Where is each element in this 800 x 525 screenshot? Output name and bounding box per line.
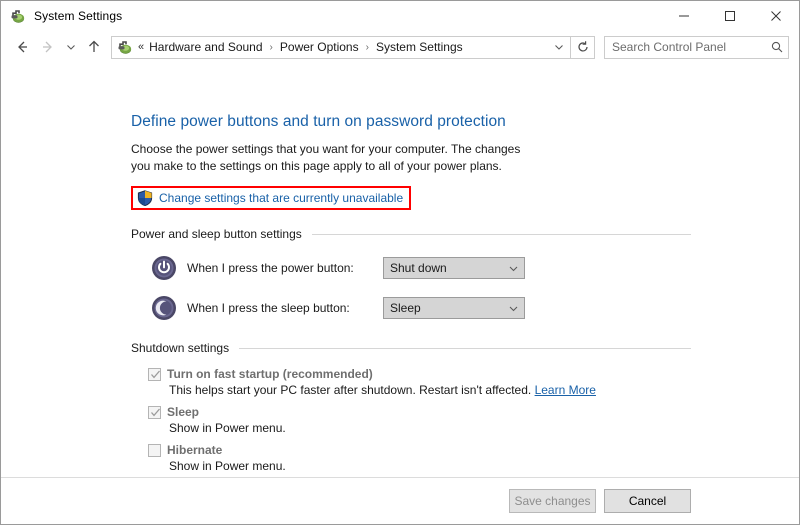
search-input[interactable] (605, 39, 766, 55)
breadcrumb-separator-icon[interactable]: › (264, 42, 279, 53)
change-settings-highlight[interactable]: Change settings that are currently unava… (131, 186, 412, 210)
fast-startup-label: Turn on fast startup (recommended) (167, 367, 373, 381)
sleep-button-dropdown-value: Sleep (390, 301, 421, 315)
fast-startup-description-text: This helps start your PC faster after sh… (169, 383, 532, 397)
breadcrumb-item-power-options[interactable]: Power Options (279, 40, 360, 54)
power-button-dropdown[interactable]: Shut down (383, 257, 525, 279)
recent-locations-chevron-down-icon[interactable] (61, 34, 81, 60)
window-controls (661, 1, 799, 31)
sleep-button-setting-row: When I press the sleep button: Sleep (131, 295, 691, 321)
hibernate-row[interactable]: Hibernate (148, 443, 691, 457)
content-area: Define power buttons and turn on passwor… (1, 63, 799, 477)
settings-pane: Define power buttons and turn on passwor… (131, 113, 691, 477)
window-title: System Settings (34, 9, 123, 23)
sleep-label: Sleep (167, 405, 200, 419)
hibernate-description: Show in Power menu. (169, 459, 286, 473)
shutdown-options-list: Turn on fast startup (recommended) This … (131, 367, 691, 477)
save-changes-button[interactable]: Save changes (509, 489, 596, 513)
power-button-setting-row: When I press the power button: Shut down (131, 255, 691, 281)
power-button-label: When I press the power button: (187, 261, 354, 275)
title-bar: System Settings (1, 1, 799, 31)
power-button-icon (151, 255, 177, 281)
footer-bar: Save changes Cancel (1, 478, 799, 524)
maximize-icon[interactable] (707, 1, 753, 31)
back-arrow-icon[interactable] (9, 34, 35, 60)
fast-startup-row[interactable]: Turn on fast startup (recommended) (148, 367, 691, 381)
fast-startup-checkbox[interactable] (148, 367, 161, 381)
power-section-header: Power and sleep button settings (131, 227, 691, 241)
shutdown-section-header: Shutdown settings (131, 341, 691, 355)
page-title: Define power buttons and turn on passwor… (131, 113, 506, 130)
chevron-down-icon[interactable] (502, 303, 524, 314)
search-icon[interactable] (766, 40, 788, 54)
sleep-button-dropdown[interactable]: Sleep (383, 297, 525, 319)
chevron-down-icon[interactable] (502, 263, 524, 274)
sleep-checkbox[interactable] (148, 405, 161, 419)
close-icon[interactable] (753, 1, 799, 31)
sleep-description: Show in Power menu. (169, 421, 286, 435)
minimize-icon[interactable] (661, 1, 707, 31)
refresh-icon[interactable] (571, 35, 595, 59)
search-box[interactable] (604, 35, 789, 59)
sleep-button-label: When I press the sleep button: (187, 301, 350, 315)
breadcrumb-item-system-settings[interactable]: System Settings (375, 40, 464, 54)
breadcrumb[interactable]: « Hardware and Sound › Power Options › S… (111, 35, 571, 59)
section-divider (311, 233, 691, 235)
section-divider (239, 347, 691, 349)
breadcrumb-separator-icon[interactable]: › (360, 42, 375, 53)
change-settings-link[interactable]: Change settings that are currently unava… (159, 191, 403, 205)
uac-shield-icon (137, 190, 153, 207)
address-chevron-down-icon[interactable] (548, 37, 570, 58)
address-bar: « Hardware and Sound › Power Options › S… (1, 31, 799, 63)
cancel-button[interactable]: Cancel (604, 489, 691, 513)
sleep-moon-icon (151, 295, 177, 321)
sleep-row[interactable]: Sleep (148, 405, 691, 419)
up-arrow-icon[interactable] (81, 34, 107, 60)
fast-startup-description: This helps start your PC faster after sh… (148, 383, 691, 397)
hibernate-checkbox[interactable] (148, 443, 161, 457)
forward-arrow-icon (35, 34, 61, 60)
system-settings-window: System Settings « Hardware and Sound › P… (0, 0, 800, 525)
power-section-title: Power and sleep button settings (131, 227, 302, 241)
breadcrumb-item-hardware-and-sound[interactable]: Hardware and Sound (148, 40, 263, 54)
learn-more-link[interactable]: Learn More (535, 383, 596, 397)
power-options-icon (10, 8, 26, 24)
power-button-dropdown-value: Shut down (390, 261, 447, 275)
page-description: Choose the power settings that you want … (131, 142, 521, 173)
hibernate-label: Hibernate (167, 443, 223, 457)
breadcrumb-power-options-icon (117, 39, 133, 55)
breadcrumb-overflow[interactable]: « (138, 41, 144, 53)
shutdown-section-title: Shutdown settings (131, 341, 230, 355)
